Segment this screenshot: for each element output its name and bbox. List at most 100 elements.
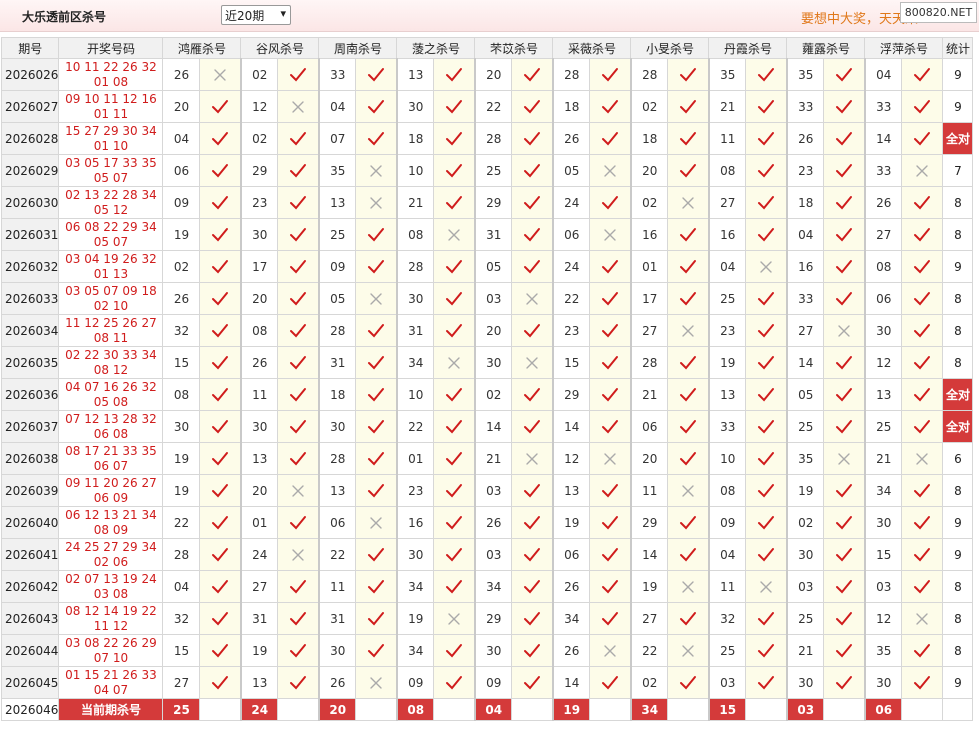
- back-numbers: 08 11: [93, 330, 129, 345]
- kill-number-cell: 22: [162, 506, 201, 539]
- kill-number-cell: 30: [395, 282, 435, 315]
- result-mark-cell: [511, 58, 554, 91]
- kill-number-cell: 21: [707, 90, 747, 123]
- stat-cell: 全对: [942, 410, 974, 443]
- kill-number-cell: 26: [551, 122, 591, 155]
- period-cell: 2026043: [0, 602, 60, 635]
- result-mark-cell: [433, 90, 476, 123]
- kill-number-cell: 30: [395, 538, 435, 571]
- expert-column-header[interactable]: 小旻杀号: [630, 37, 710, 59]
- check-icon: [680, 547, 697, 561]
- kill-number-cell: 18: [317, 378, 357, 411]
- front-numbers: 04 07 16 26 32: [65, 379, 157, 394]
- check-icon: [758, 451, 775, 465]
- result-mark-cell: [199, 186, 242, 219]
- result-mark-cell: [277, 314, 320, 347]
- kill-number-cell: 34: [395, 634, 435, 667]
- cross-icon: [916, 164, 929, 177]
- back-numbers: 05 08: [93, 394, 129, 409]
- kill-number-cell: 28: [317, 442, 357, 475]
- front-numbers: 06 12 13 21 34: [65, 507, 157, 522]
- front-numbers: 15 27 29 30 34: [65, 123, 157, 138]
- result-mark-cell: [511, 378, 554, 411]
- check-icon: [914, 355, 931, 369]
- stat-column-header[interactable]: 统计: [942, 37, 974, 59]
- check-icon: [368, 451, 385, 465]
- kill-number-cell: 35: [317, 154, 357, 187]
- result-mark-cell: [355, 186, 398, 219]
- check-icon: [602, 675, 619, 689]
- period-range-select[interactable]: 近20期 ▾: [221, 5, 291, 25]
- kill-number-cell: 06: [629, 410, 669, 443]
- result-mark-cell: [199, 218, 242, 251]
- result-mark-cell: [355, 602, 398, 635]
- period-cell: 2026030: [0, 186, 60, 219]
- kill-number-cell: 30: [239, 410, 279, 443]
- period-cell: 2026044: [0, 634, 60, 667]
- expert-column-header[interactable]: 周南杀号: [318, 37, 398, 59]
- expert-column-header[interactable]: 丹霞杀号: [708, 37, 788, 59]
- kill-number-cell: 19: [785, 474, 825, 507]
- result-mark-cell: [277, 602, 320, 635]
- check-icon: [914, 387, 931, 401]
- expert-column-header[interactable]: 鸿雁杀号: [162, 37, 242, 59]
- kill-number-cell: 28: [317, 314, 357, 347]
- check-icon: [212, 355, 229, 369]
- result-mark-cell: [745, 602, 788, 635]
- table-row: 2026045 01 15 21 26 33 04 07 27 13 26 09 09 14 02…: [0, 666, 974, 699]
- check-icon: [368, 611, 385, 625]
- kill-number-cell: 19: [395, 602, 435, 635]
- cross-icon: [682, 580, 694, 593]
- expert-column-header[interactable]: 蕹露杀号: [786, 37, 866, 59]
- result-mark-cell: [277, 186, 320, 219]
- check-icon: [524, 387, 541, 401]
- result-mark-cell: [511, 314, 554, 347]
- result-mark-cell: [277, 218, 320, 251]
- result-mark-cell: [355, 378, 398, 411]
- kill-number-cell: 14: [551, 666, 591, 699]
- expert-column-header[interactable]: 浮萍杀号: [864, 37, 944, 59]
- expert-column-header[interactable]: 采薇杀号: [552, 37, 632, 59]
- kill-number-cell: 19: [629, 570, 669, 603]
- kill-number-cell: 28: [473, 122, 513, 155]
- kill-number-cell: 31: [473, 218, 513, 251]
- draw-column-header[interactable]: 开奖号码: [58, 37, 164, 59]
- front-numbers: 03 05 17 33 35: [65, 155, 157, 170]
- check-icon: [290, 227, 307, 241]
- cross-icon: [370, 516, 382, 529]
- check-icon: [914, 675, 931, 689]
- period-cell: 2026026: [0, 58, 60, 91]
- result-mark-cell: [589, 410, 632, 443]
- result-mark-cell: [667, 218, 710, 251]
- kill-number-cell: 13: [863, 378, 903, 411]
- result-mark-cell: [355, 314, 398, 347]
- kill-number-cell: 28: [629, 58, 669, 91]
- result-mark-cell: [277, 506, 320, 539]
- expert-column-header[interactable]: 谷风杀号: [240, 37, 320, 59]
- result-mark-cell: [823, 218, 866, 251]
- check-icon: [368, 483, 385, 497]
- back-numbers: 05 07: [93, 234, 129, 249]
- kill-number-cell: 33: [785, 90, 825, 123]
- kill-number-cell: 21: [785, 634, 825, 667]
- kill-number-cell: 16: [707, 218, 747, 251]
- expert-column-header[interactable]: 蔆之杀号: [396, 37, 476, 59]
- result-mark-cell: [355, 410, 398, 443]
- kill-number-cell: 21: [473, 442, 513, 475]
- kill-number-cell: 19: [551, 506, 591, 539]
- cross-icon: [370, 292, 382, 305]
- check-icon: [914, 259, 931, 273]
- draw-numbers-cell: 11 12 25 26 27 08 11: [58, 314, 164, 347]
- period-column-header[interactable]: 期号: [0, 37, 60, 59]
- result-mark-cell: [745, 218, 788, 251]
- expert-column-header[interactable]: 芣苡杀号: [474, 37, 554, 59]
- check-icon: [836, 611, 853, 625]
- result-mark-cell: [901, 346, 944, 379]
- result-mark-cell: [745, 58, 788, 91]
- kill-number-cell: 10: [395, 154, 435, 187]
- kill-number-cell: 27: [162, 666, 201, 699]
- front-numbers: 10 11 22 26 32: [65, 59, 157, 74]
- check-icon: [758, 611, 775, 625]
- check-icon: [758, 675, 775, 689]
- check-icon: [836, 675, 853, 689]
